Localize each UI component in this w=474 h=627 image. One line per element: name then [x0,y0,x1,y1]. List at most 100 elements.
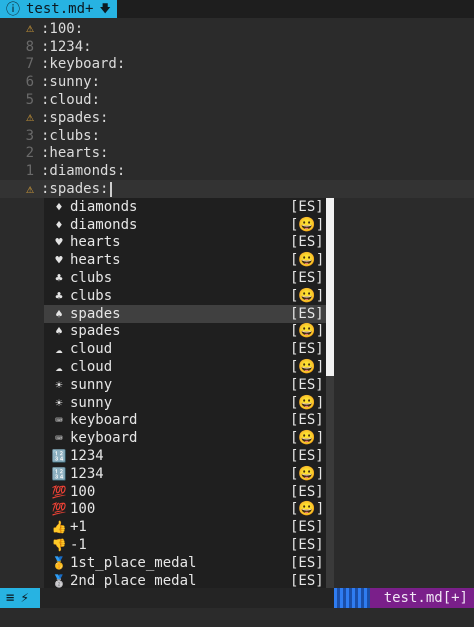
completion-source: [ES] [290,341,324,358]
editor-line[interactable]: 1 :diamonds: [0,162,474,180]
emoji-icon: ♠ [55,324,63,339]
completion-item[interactable]: 💯 100 [ES] [44,483,326,501]
menu-icon: ≡ [6,590,15,606]
editor-line[interactable]: ⚠ :spades: [0,109,474,127]
completion-word: keyboard [70,412,138,429]
completion-word: cloud [70,359,113,376]
info-icon: ⓘ [6,2,20,18]
completion-item[interactable]: 👍 +1 [ES] [44,518,326,536]
completion-item[interactable]: ☀ sunny [😀] [44,394,326,412]
completion-popup: ♦ diamonds [ES] ♦ diamonds [😀] ♥ hearts [ES] ♥ hea… [44,198,334,608]
mode-indicator: ≡ ⚡ [0,588,40,608]
download-arrow-icon: 🡇 [99,1,111,15]
line-number: 5 [25,92,34,109]
editor-line[interactable]: ⚠:spades: [0,180,474,198]
completion-source: [ES] [290,376,324,393]
tabline: ⓘ test.md+ 🡇 [0,0,474,18]
editor-area[interactable]: ⚠:100: 8 :1234: 7 :keyboard: 6:sunny: 5 :cloud:… [0,20,474,198]
editor-line[interactable]: 5 :cloud: [0,91,474,109]
completion-item[interactable]: ♥ hearts [😀] [44,251,326,269]
editor-line[interactable]: ⚠:100: [0,20,474,38]
completion-source: [😀] [290,252,325,269]
completion-source: [ES] [290,537,324,554]
completion-item[interactable]: ♥ hearts [ES] [44,234,326,252]
line-text: :sunny: [41,74,101,91]
completion-item[interactable]: ♦ diamonds [😀] [44,216,326,234]
completion-source: [ES] [290,572,324,589]
completion-source: [ES] [290,270,324,287]
completion-source: [ES] [290,305,324,322]
completion-item[interactable]: ☀ sunny [ES] [44,376,326,394]
warning-icon: ⚠ [26,110,34,126]
completion-word: +1 [70,519,87,536]
completion-source: [ES] [290,519,324,536]
completion-word: 100 [70,483,96,500]
statusline: ≡ ⚡ test.md[+] [0,588,474,608]
completion-word: diamonds [70,216,138,233]
line-number: 2 [25,145,34,162]
emoji-icon: 👎 [51,538,67,553]
line-text: :diamonds: [41,163,126,180]
line-number: 8 [25,38,34,55]
emoji-icon: 🥈 [51,573,67,588]
completion-source: [ES] [290,412,324,429]
line-text: :keyboard: [41,56,126,73]
completion-word: hearts [70,234,121,251]
completion-source: [ES] [290,483,324,500]
line-number: 3 [25,127,34,144]
completion-item[interactable]: ♦ diamonds [ES] [44,198,326,216]
line-number: 7 [25,56,34,73]
completion-item[interactable]: 💯 100 [😀] [44,501,326,519]
completion-source: [ES] [290,198,324,215]
tab-test-md[interactable]: ⓘ test.md+ 🡇 [0,0,117,18]
completion-word: spades [70,323,121,340]
completion-item[interactable]: 🥈 2nd_place_medal [ES] [44,572,326,590]
completion-source: [ES] [290,234,324,251]
editor-line[interactable]: 2 :hearts: [0,145,474,163]
completion-item[interactable]: 🔢 1234 [😀] [44,465,326,483]
completion-source: [😀] [290,394,325,411]
editor-line[interactable]: 7 :keyboard: [0,56,474,74]
command-line[interactable] [0,608,474,627]
editor-line[interactable]: 3:clubs: [0,127,474,145]
completion-item[interactable]: ☁ cloud [😀] [44,358,326,376]
line-text: :hearts: [41,145,109,162]
emoji-icon: 🔢 [51,466,67,481]
completion-item[interactable]: ♣ clubs [ES] [44,269,326,287]
completion-word: 1st_place_medal [70,554,197,571]
completion-item[interactable]: 🔢 1234 [ES] [44,447,326,465]
completion-item[interactable]: ⌨ keyboard [😀] [44,429,326,447]
emoji-icon: ☀ [55,395,63,410]
editor-line[interactable]: 8 :1234: [0,38,474,56]
editor-line[interactable]: 6:sunny: [0,73,474,91]
completion-item[interactable]: ♠ spades [😀] [44,323,326,341]
completion-item[interactable]: ♣ clubs [😀] [44,287,326,305]
completion-scrollbar[interactable] [326,198,334,608]
warning-icon: ⚠ [26,181,34,197]
emoji-icon: 👍 [51,520,67,535]
completion-word: spades [70,305,121,322]
completion-item[interactable]: ⌨ keyboard [ES] [44,412,326,430]
completion-item[interactable]: 👎 -1 [ES] [44,536,326,554]
scrollbar-thumb[interactable] [326,198,334,376]
completion-source: [😀] [290,501,325,518]
tab-label: test.md+ [26,1,94,17]
line-text: :cloud: [41,92,101,109]
emoji-icon: ♣ [55,271,63,286]
completion-word: 2nd_place_medal [70,572,197,589]
text-cursor [110,181,113,197]
emoji-icon: ♦ [55,217,63,232]
completion-source: [😀] [290,287,325,304]
line-text: :spades: [41,109,109,126]
completion-item[interactable]: 🥇 1st_place_medal [ES] [44,554,326,572]
emoji-icon: 💯 [51,484,67,499]
line-text: :1234: [41,38,92,55]
completion-item[interactable]: ☁ cloud [ES] [44,340,326,358]
completion-word: keyboard [70,430,138,447]
completion-item[interactable]: ♠ spades [ES] [44,304,326,323]
checker-pattern [334,588,370,608]
completion-word: sunny [70,376,113,393]
line-number: 1 [25,163,34,180]
completion-word: 1234 [70,448,104,465]
emoji-icon: ♠ [55,306,63,321]
